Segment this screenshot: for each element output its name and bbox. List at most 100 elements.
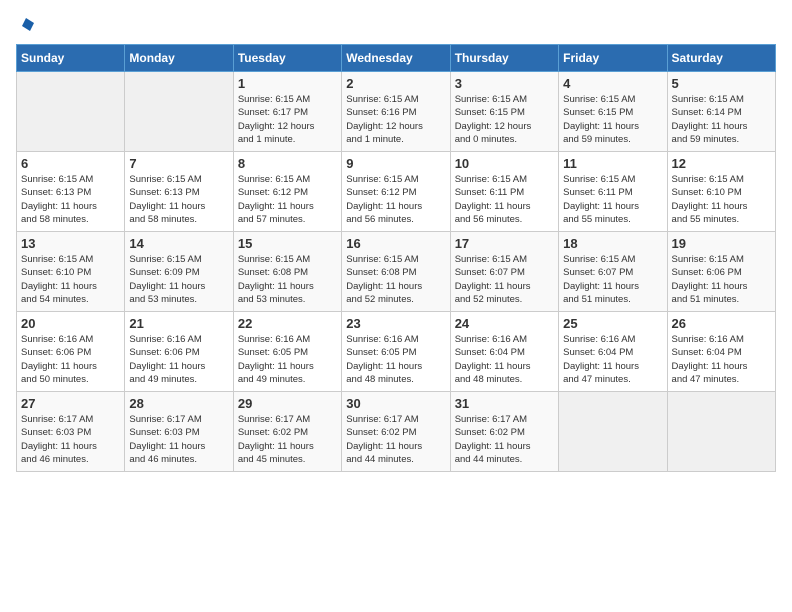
day-info: Sunrise: 6:16 AM Sunset: 6:04 PM Dayligh… <box>455 333 554 386</box>
calendar-cell <box>17 72 125 152</box>
day-info: Sunrise: 6:17 AM Sunset: 6:03 PM Dayligh… <box>21 413 120 466</box>
day-info: Sunrise: 6:15 AM Sunset: 6:12 PM Dayligh… <box>346 173 445 226</box>
calendar-cell: 22 Sunrise: 6:16 AM Sunset: 6:05 PM Dayli… <box>233 312 341 392</box>
calendar-cell: 11 Sunrise: 6:15 AM Sunset: 6:11 PM Dayli… <box>559 152 667 232</box>
header-friday: Friday <box>559 45 667 72</box>
calendar-cell: 19 Sunrise: 6:15 AM Sunset: 6:06 PM Dayli… <box>667 232 775 312</box>
page-header <box>16 16 776 36</box>
calendar-cell: 10 Sunrise: 6:15 AM Sunset: 6:11 PM Dayli… <box>450 152 558 232</box>
calendar-body: 1 Sunrise: 6:15 AM Sunset: 6:17 PM Daylig… <box>17 72 776 472</box>
header-wednesday: Wednesday <box>342 45 450 72</box>
day-info: Sunrise: 6:15 AM Sunset: 6:08 PM Dayligh… <box>238 253 337 306</box>
day-info: Sunrise: 6:16 AM Sunset: 6:04 PM Dayligh… <box>563 333 662 386</box>
calendar-cell: 14Sunrise: 6:15 AM Sunset: 6:09 PM Dayli… <box>125 232 233 312</box>
day-number: 23 <box>346 316 445 331</box>
day-number: 3 <box>455 76 554 91</box>
day-info: Sunrise: 6:15 AM Sunset: 6:15 PM Dayligh… <box>563 93 662 146</box>
day-info: Sunrise: 6:16 AM Sunset: 6:06 PM Dayligh… <box>21 333 120 386</box>
calendar-week-1: 1 Sunrise: 6:15 AM Sunset: 6:17 PM Daylig… <box>17 72 776 152</box>
day-number: 26 <box>672 316 771 331</box>
day-info: Sunrise: 6:16 AM Sunset: 6:05 PM Dayligh… <box>346 333 445 386</box>
calendar-header-row: SundayMondayTuesdayWednesdayThursdayFrid… <box>17 45 776 72</box>
header-thursday: Thursday <box>450 45 558 72</box>
calendar-cell: 5 Sunrise: 6:15 AM Sunset: 6:14 PM Daylig… <box>667 72 775 152</box>
day-number: 9 <box>346 156 445 171</box>
calendar-week-3: 13Sunrise: 6:15 AM Sunset: 6:10 PM Dayli… <box>17 232 776 312</box>
day-number: 6 <box>21 156 120 171</box>
day-info: Sunrise: 6:15 AM Sunset: 6:10 PM Dayligh… <box>672 173 771 226</box>
header-sunday: Sunday <box>17 45 125 72</box>
day-info: Sunrise: 6:15 AM Sunset: 6:09 PM Dayligh… <box>129 253 228 306</box>
day-info: Sunrise: 6:16 AM Sunset: 6:04 PM Dayligh… <box>672 333 771 386</box>
day-info: Sunrise: 6:15 AM Sunset: 6:11 PM Dayligh… <box>563 173 662 226</box>
day-info: Sunrise: 6:17 AM Sunset: 6:02 PM Dayligh… <box>238 413 337 466</box>
day-info: Sunrise: 6:15 AM Sunset: 6:13 PM Dayligh… <box>129 173 228 226</box>
day-number: 5 <box>672 76 771 91</box>
header-monday: Monday <box>125 45 233 72</box>
day-number: 31 <box>455 396 554 411</box>
day-number: 19 <box>672 236 771 251</box>
calendar-cell: 30 Sunrise: 6:17 AM Sunset: 6:02 PM Dayli… <box>342 392 450 472</box>
calendar-cell: 8 Sunrise: 6:15 AM Sunset: 6:12 PM Daylig… <box>233 152 341 232</box>
calendar-cell: 28Sunrise: 6:17 AM Sunset: 6:03 PM Dayli… <box>125 392 233 472</box>
calendar-cell: 20 Sunrise: 6:16 AM Sunset: 6:06 PM Dayli… <box>17 312 125 392</box>
header-tuesday: Tuesday <box>233 45 341 72</box>
calendar-cell: 12 Sunrise: 6:15 AM Sunset: 6:10 PM Dayli… <box>667 152 775 232</box>
day-info: Sunrise: 6:15 AM Sunset: 6:11 PM Dayligh… <box>455 173 554 226</box>
calendar-cell: 21 Sunrise: 6:16 AM Sunset: 6:06 PM Dayli… <box>125 312 233 392</box>
day-info: Sunrise: 6:16 AM Sunset: 6:06 PM Dayligh… <box>129 333 228 386</box>
calendar-cell: 26 Sunrise: 6:16 AM Sunset: 6:04 PM Dayli… <box>667 312 775 392</box>
calendar-cell: 17 Sunrise: 6:15 AM Sunset: 6:07 PM Dayli… <box>450 232 558 312</box>
day-info: Sunrise: 6:15 AM Sunset: 6:07 PM Dayligh… <box>455 253 554 306</box>
day-info: Sunrise: 6:15 AM Sunset: 6:16 PM Dayligh… <box>346 93 445 146</box>
day-info: Sunrise: 6:17 AM Sunset: 6:02 PM Dayligh… <box>455 413 554 466</box>
calendar-cell: 9 Sunrise: 6:15 AM Sunset: 6:12 PM Daylig… <box>342 152 450 232</box>
day-info: Sunrise: 6:17 AM Sunset: 6:03 PM Dayligh… <box>129 413 228 466</box>
day-info: Sunrise: 6:15 AM Sunset: 6:12 PM Dayligh… <box>238 173 337 226</box>
calendar-week-2: 6 Sunrise: 6:15 AM Sunset: 6:13 PM Daylig… <box>17 152 776 232</box>
calendar-cell: 6 Sunrise: 6:15 AM Sunset: 6:13 PM Daylig… <box>17 152 125 232</box>
calendar-week-4: 20 Sunrise: 6:16 AM Sunset: 6:06 PM Dayli… <box>17 312 776 392</box>
day-number: 8 <box>238 156 337 171</box>
day-number: 24 <box>455 316 554 331</box>
calendar-cell: 13Sunrise: 6:15 AM Sunset: 6:10 PM Dayli… <box>17 232 125 312</box>
day-number: 12 <box>672 156 771 171</box>
day-info: Sunrise: 6:17 AM Sunset: 6:02 PM Dayligh… <box>346 413 445 466</box>
day-number: 18 <box>563 236 662 251</box>
calendar-cell: 7 Sunrise: 6:15 AM Sunset: 6:13 PM Daylig… <box>125 152 233 232</box>
calendar-cell <box>559 392 667 472</box>
day-number: 20 <box>21 316 120 331</box>
calendar-cell <box>667 392 775 472</box>
day-number: 10 <box>455 156 554 171</box>
day-info: Sunrise: 6:15 AM Sunset: 6:06 PM Dayligh… <box>672 253 771 306</box>
day-number: 2 <box>346 76 445 91</box>
day-number: 1 <box>238 76 337 91</box>
calendar-cell <box>125 72 233 152</box>
day-number: 7 <box>129 156 228 171</box>
day-number: 4 <box>563 76 662 91</box>
day-info: Sunrise: 6:15 AM Sunset: 6:08 PM Dayligh… <box>346 253 445 306</box>
logo-icon <box>18 16 36 34</box>
calendar-cell: 23 Sunrise: 6:16 AM Sunset: 6:05 PM Dayli… <box>342 312 450 392</box>
day-info: Sunrise: 6:16 AM Sunset: 6:05 PM Dayligh… <box>238 333 337 386</box>
day-number: 17 <box>455 236 554 251</box>
day-number: 29 <box>238 396 337 411</box>
calendar-cell: 16Sunrise: 6:15 AM Sunset: 6:08 PM Dayli… <box>342 232 450 312</box>
calendar-cell: 27Sunrise: 6:17 AM Sunset: 6:03 PM Dayli… <box>17 392 125 472</box>
header-saturday: Saturday <box>667 45 775 72</box>
day-number: 22 <box>238 316 337 331</box>
calendar-cell: 25Sunrise: 6:16 AM Sunset: 6:04 PM Dayli… <box>559 312 667 392</box>
calendar-week-5: 27Sunrise: 6:17 AM Sunset: 6:03 PM Dayli… <box>17 392 776 472</box>
day-info: Sunrise: 6:15 AM Sunset: 6:13 PM Dayligh… <box>21 173 120 226</box>
calendar-cell: 18 Sunrise: 6:15 AM Sunset: 6:07 PM Dayli… <box>559 232 667 312</box>
day-info: Sunrise: 6:15 AM Sunset: 6:17 PM Dayligh… <box>238 93 337 146</box>
day-number: 15 <box>238 236 337 251</box>
day-number: 11 <box>563 156 662 171</box>
calendar-cell: 24 Sunrise: 6:16 AM Sunset: 6:04 PM Dayli… <box>450 312 558 392</box>
day-info: Sunrise: 6:15 AM Sunset: 6:07 PM Dayligh… <box>563 253 662 306</box>
day-number: 30 <box>346 396 445 411</box>
logo <box>16 16 36 36</box>
day-number: 21 <box>129 316 228 331</box>
day-info: Sunrise: 6:15 AM Sunset: 6:15 PM Dayligh… <box>455 93 554 146</box>
day-info: Sunrise: 6:15 AM Sunset: 6:14 PM Dayligh… <box>672 93 771 146</box>
